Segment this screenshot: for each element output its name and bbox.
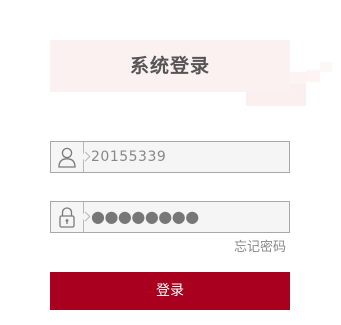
decorative-block bbox=[306, 70, 320, 82]
user-icon bbox=[51, 142, 84, 172]
decorative-block bbox=[290, 72, 306, 84]
decorative-block bbox=[320, 62, 332, 72]
page-title: 系统登录 bbox=[129, 55, 210, 77]
password-input[interactable]: ●●●●●●●● bbox=[91, 202, 199, 232]
lock-icon bbox=[51, 202, 84, 232]
forgot-password-link[interactable]: 忘记密码 bbox=[234, 236, 286, 255]
login-button[interactable]: 登录 bbox=[50, 272, 290, 310]
login-page: 系统登录 20155339 ●●●●●●●● 忘记密码 登录 bbox=[0, 0, 341, 325]
username-input[interactable]: 20155339 bbox=[91, 142, 166, 172]
username-field[interactable]: 20155339 bbox=[50, 141, 290, 173]
password-field[interactable]: ●●●●●●●● bbox=[50, 201, 290, 233]
